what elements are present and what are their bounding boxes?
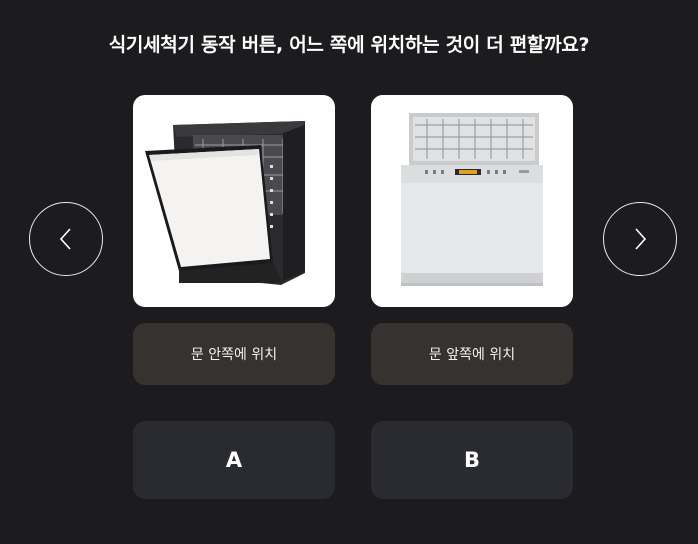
previous-button[interactable] bbox=[29, 202, 103, 276]
choice-a-button[interactable]: A bbox=[133, 421, 335, 499]
choice-b-button[interactable]: B bbox=[371, 421, 573, 499]
question-title: 식기세척기 동작 버튼, 어느 쪽에 위치하는 것이 더 편할까요? bbox=[108, 34, 590, 56]
option-a-image[interactable] bbox=[133, 95, 335, 307]
option-b-image[interactable] bbox=[371, 95, 573, 307]
survey-screen: 식기세척기 동작 버튼, 어느 쪽에 위치하는 것이 더 편할까요? 문 안쪽에… bbox=[0, 0, 698, 544]
option-a-description: 문 안쪽에 위치 bbox=[133, 323, 335, 385]
chevron-right-icon bbox=[630, 226, 650, 252]
dishwasher-white-image bbox=[401, 113, 543, 286]
dishwasher-dark-image bbox=[145, 121, 305, 285]
chevron-left-icon bbox=[56, 226, 76, 252]
next-button[interactable] bbox=[603, 202, 677, 276]
option-b-description: 문 앞쪽에 위치 bbox=[371, 323, 573, 385]
